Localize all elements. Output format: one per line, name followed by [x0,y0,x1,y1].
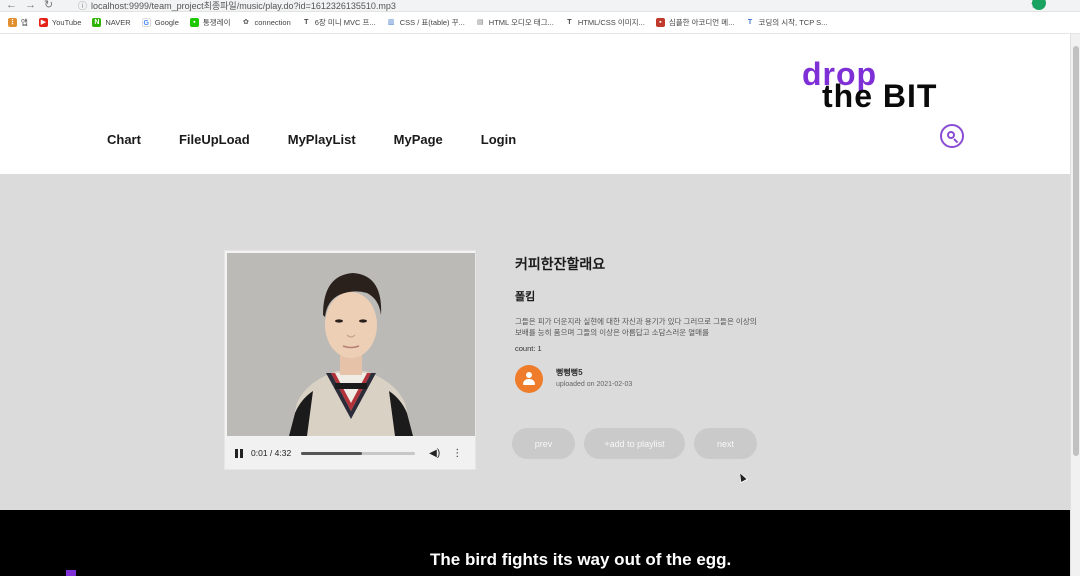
bookmark-google[interactable]: G Google [141,18,179,27]
url-text: localhost:9999/team_project최종파일/music/pl… [91,1,396,11]
apps-grid-icon: ⋮ [8,18,17,27]
bookmark-apps[interactable]: ⋮ 앱 [8,17,28,28]
bookmark-css-table[interactable]: ▥ CSS / 표(table) 꾸... [386,17,465,28]
site-footer: The bird fights its way out of the egg. [0,510,1070,576]
song-title: 커피한잔할래요 [515,256,606,272]
bookmark-red-icon: ▪ [655,18,665,27]
user-avatar-icon [515,365,543,393]
bookmark-green-icon: ▪ [189,18,199,27]
search-button[interactable] [940,124,964,148]
logo-bit-text: the BIT [822,78,938,114]
bookmark-tcp[interactable]: T 코딩의 시작, TCP S... [745,17,827,28]
prev-button[interactable]: prev [512,428,575,459]
music-section: 0:01 / 4:32 ◀) ⋮ 커피한잔할래요 폴킴 그들은 피가 더운지라 … [0,174,1070,510]
bookmark-tongjang[interactable]: ▪ 통쟁레이 [189,17,230,28]
naver-icon: N [92,18,102,27]
folder-icon: ▤ [475,18,485,27]
add-to-playlist-button[interactable]: +add to playlist [584,428,685,459]
pause-icon[interactable] [235,448,243,458]
playback-progress-bar[interactable] [301,451,416,455]
bookmark-connection[interactable]: ✿ connection [241,18,291,27]
more-options-icon[interactable]: ⋮ [452,448,462,459]
address-bar[interactable]: ⓘ localhost:9999/team_project최종파일/music/p… [78,0,396,12]
scroll-thumb[interactable] [1073,46,1079,456]
browser-nav-arrows[interactable]: ←→↻ [6,0,61,11]
song-info: 커피한잔할래요 폴킴 그들은 피가 더운지라 실현에 대한 자신과 용기가 있다… [515,254,765,395]
page-scrollbar[interactable] [1070,34,1080,576]
next-button[interactable]: next [694,428,757,459]
artist-photo [227,253,475,436]
nav-my-page[interactable]: MyPage [394,132,443,147]
album-card: 0:01 / 4:32 ◀) ⋮ [224,250,476,470]
site-header: drop the BIT Chart FileUpLoad MyPlayList… [0,34,1070,174]
uploader-info: 뻥뻥뻥5 uploaded on 2021-02-03 [515,365,765,395]
uploader-name: 뻥뻥뻥5 [556,368,583,377]
main-nav: Chart FileUpLoad MyPlayList MyPage Login [107,132,554,147]
css-bars-icon: ▥ [386,18,396,27]
song-artist: 폴킴 [515,291,536,303]
bookmark-naver[interactable]: N NAVER [92,18,131,27]
bookmark-youtube[interactable]: ▶ YouTube [38,18,81,27]
nav-file-upload[interactable]: FileUpLoad [179,132,250,147]
audio-player: 0:01 / 4:32 ◀) ⋮ [225,437,475,469]
bookmark-html-audio[interactable]: ▤ HTML 오디오 태그... [475,17,554,28]
upload-date: uploaded on 2021-02-03 [556,381,633,388]
youtube-icon: ▶ [38,18,48,27]
info-icon: ⓘ [78,1,88,11]
nav-login[interactable]: Login [481,132,516,147]
mouse-cursor [736,470,748,484]
bookmark-html-css-image[interactable]: T HTML/CSS 이미지... [564,17,645,28]
song-description: 그들은 피가 더운지라 실현에 대한 자신과 용기가 있다 그러므로 그들은 이… [515,317,757,337]
playback-progress-fill [301,451,362,455]
t-icon: T [564,18,574,27]
bookmark-accordion[interactable]: ▪ 심플한 아코디언 메... [655,17,734,28]
browser-toolbar: ←→↻ ⓘ localhost:9999/team_project최종파일/mus… [0,0,1080,12]
site-logo[interactable]: drop the BIT [802,56,962,116]
playback-time: 0:01 / 4:32 [251,448,292,458]
bookmarks-bar: ⋮ 앱 ▶ YouTube N NAVER G Google ▪ 통쟁레이 ✿ connec… [0,12,1080,34]
t-blue-icon: T [745,18,755,27]
bookmark-mvc[interactable]: T 6장 미니 MVC 프... [301,17,376,28]
nav-my-playlist[interactable]: MyPlayList [288,132,356,147]
footer-logo-mark [66,570,76,576]
t-icon: T [301,18,311,27]
volume-icon[interactable]: ◀) [429,448,440,459]
google-icon: G [141,18,151,27]
paw-icon: ✿ [241,18,251,27]
album-photo [227,253,475,436]
player-actions: prev +add to playlist next [512,428,766,459]
play-count: count: 1 [515,344,542,353]
nav-chart[interactable]: Chart [107,132,141,147]
footer-quote: The bird fights its way out of the egg. [430,550,732,569]
